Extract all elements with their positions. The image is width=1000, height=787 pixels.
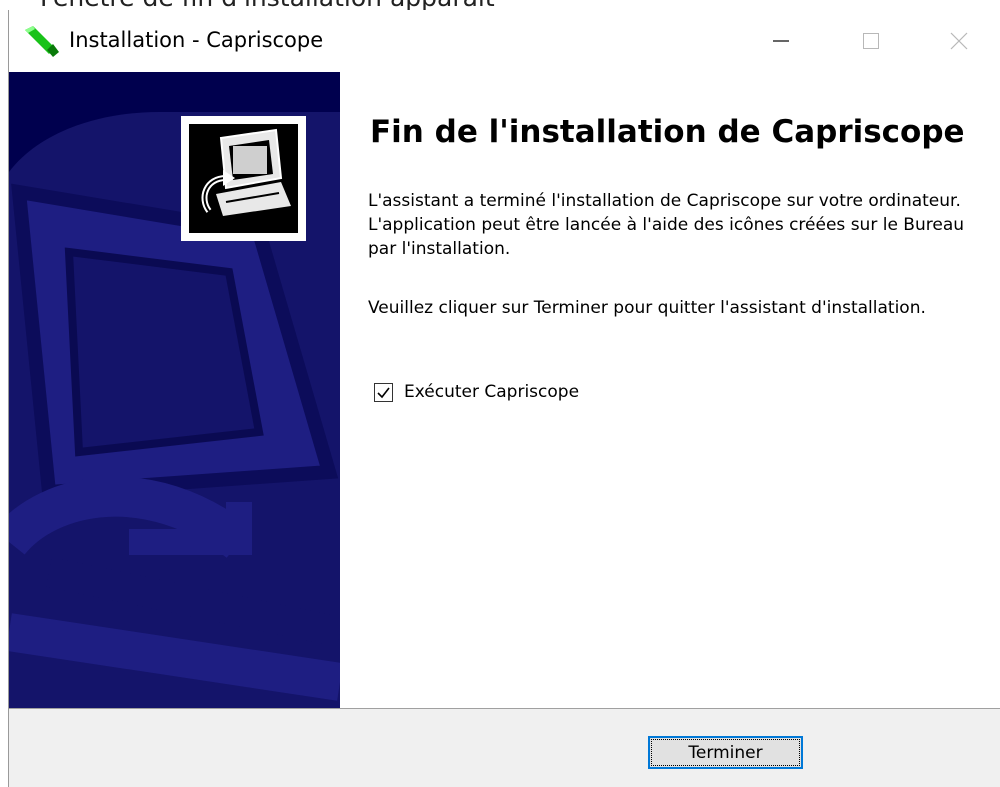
wizard-footer: Terminer — [9, 709, 1000, 787]
page-title: Fin de l'installation de Capriscope — [370, 114, 965, 150]
window-title: Installation - Capriscope — [69, 28, 324, 52]
wizard-sidebar-image — [9, 72, 340, 708]
installer-window: Installation - Capriscope Fin de l'insta… — [8, 10, 1000, 787]
minimize-icon — [773, 40, 789, 42]
run-app-checkbox[interactable] — [374, 382, 393, 402]
completion-message: L'assistant a terminé l'installation de … — [368, 191, 965, 259]
close-button[interactable] — [914, 10, 1000, 72]
background-text-strip: Fenêtre de fin d'installation apparaît — [0, 0, 1000, 10]
computer-setup-icon — [181, 116, 306, 241]
instruction-message: Veuillez cliquer sur Terminer pour quitt… — [368, 298, 926, 318]
maximize-icon — [863, 33, 879, 49]
finish-button[interactable]: Terminer — [648, 736, 803, 769]
run-app-label[interactable]: Exécuter Capriscope — [404, 382, 579, 402]
checkmark-icon — [377, 387, 390, 398]
title-bar[interactable]: Installation - Capriscope — [9, 10, 1000, 72]
close-icon — [950, 32, 968, 50]
run-app-option[interactable]: Exécuter Capriscope — [374, 382, 579, 402]
maximize-button[interactable] — [826, 10, 916, 72]
wizard-content: Fin de l'installation de Capriscope L'as… — [340, 72, 1000, 708]
minimize-button[interactable] — [736, 10, 826, 72]
background-text: Fenêtre de fin d'installation apparaît — [40, 0, 495, 10]
app-flashlight-icon — [25, 26, 59, 57]
